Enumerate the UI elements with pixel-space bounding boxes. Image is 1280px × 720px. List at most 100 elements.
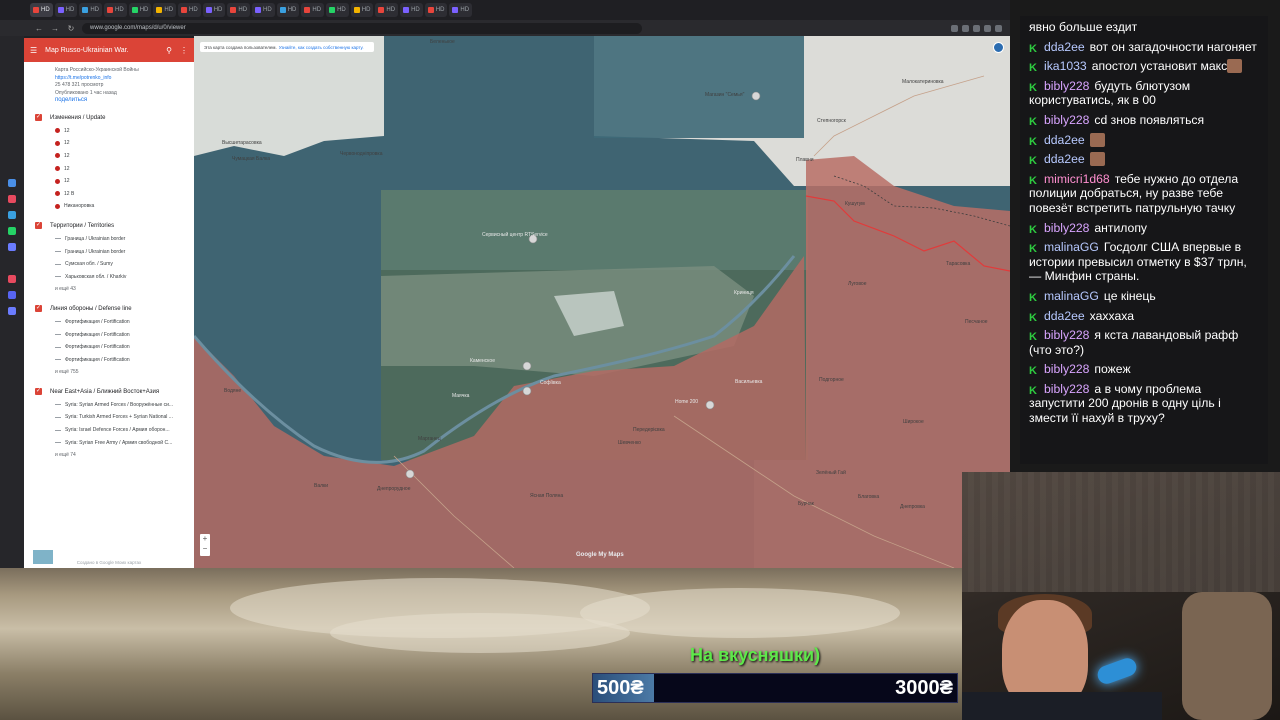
browser-tab[interactable]: HD [30,3,53,17]
chat-username[interactable]: dda2ee [1044,133,1085,147]
chat-message: Kbibly228 cd знов появляться [1029,113,1260,128]
url-field[interactable]: www.google.com/maps/d/u/0/viewer [82,22,642,34]
zoom-out-icon[interactable]: − [200,544,210,554]
show-more-link[interactable]: и ещё 74 [24,449,194,462]
zoom-control[interactable]: + − [200,534,210,556]
browser-tab[interactable]: HD [227,3,251,17]
show-more-link[interactable]: и ещё 43 [24,283,194,296]
layer-checkbox[interactable]: ✓ [35,305,42,313]
sidebar-app-icon[interactable] [8,291,16,299]
layer-feature-item[interactable]: Syria: Syrian Armed Forces / Вооружённые… [24,399,194,412]
chat-username[interactable]: malinaGG [1044,240,1099,254]
chat-username[interactable]: bibly228 [1044,382,1089,396]
layer-feature-item[interactable]: Syria: Turkish Armed Forces + Syrian Nat… [24,411,194,424]
sidebar-app-icon[interactable] [8,211,16,219]
layer-checkbox[interactable]: ✓ [35,222,42,230]
reload-icon[interactable]: ↻ [66,24,76,33]
chat-username[interactable]: bibly228 [1044,221,1089,235]
sidebar-app-icon[interactable] [8,275,16,283]
layer-feature-item[interactable]: Syria: Israel Defence Forces / Армия обо… [24,424,194,437]
chat-username[interactable]: bibly228 [1044,362,1089,376]
layer-feature-item[interactable]: Фортификация / Fortification [24,328,194,341]
browser-tab[interactable]: HD [375,3,399,17]
layer-feature-item[interactable]: Фортификация / Fortification [24,316,194,329]
chat-username[interactable]: mimicri1d68 [1044,172,1110,186]
browser-tab[interactable]: HD [449,3,473,17]
chat-username[interactable]: ika1033 [1044,59,1087,73]
browser-tab[interactable]: HD [128,3,152,17]
extension-icon[interactable] [973,24,980,32]
layer-header[interactable]: ✓ Изменения / Update [24,111,194,125]
chat-message: Kbibly228 антилопу [1029,221,1260,236]
chat-username[interactable]: bibly228 [1044,328,1089,342]
browser-tab[interactable]: HD [79,3,103,17]
browser-tab[interactable]: HD [54,3,78,17]
browser-tab[interactable]: HD [400,3,423,17]
more-options-icon[interactable]: ⋮ [180,46,188,55]
chat-username[interactable]: dda2ee [1044,40,1085,54]
chat-username[interactable]: dda2ee [1044,309,1085,323]
sidebar-app-icon[interactable] [8,195,16,203]
layer-header[interactable]: ✓ Территории / Territories [24,219,194,233]
show-more-link[interactable]: и ещё 755 [24,366,194,379]
back-icon[interactable]: ← [34,24,44,33]
forward-icon[interactable]: → [50,24,60,33]
extension-icon[interactable] [962,24,969,32]
zoom-in-icon[interactable]: + [200,534,210,544]
layer-feature-item[interactable]: 12 [24,150,194,163]
menu-icon[interactable]: ☰ [30,46,37,55]
extension-icon[interactable] [951,24,958,32]
layer-feature-item[interactable]: Никаноровка [24,200,194,213]
share-link[interactable]: поделиться [55,97,186,105]
my-location-icon[interactable] [993,42,1004,53]
map-pin-icon [55,128,60,134]
layer-feature-item[interactable]: 12 [24,162,194,175]
layer-feature-item[interactable]: Харьковская обл. / Kharkiv [24,270,194,283]
map-pin-icon [55,191,60,197]
browser-tab[interactable]: HD [301,3,325,17]
sidebar-app-icon[interactable] [8,179,16,187]
layer-feature-item[interactable]: Syria: Syrian Free Army / Армия свободно… [24,436,194,449]
extension-icon[interactable] [984,24,991,32]
chat-username[interactable]: malinaGG [1044,289,1099,303]
browser-tab[interactable]: HD [350,3,374,17]
browser-tab[interactable]: HD [252,3,275,17]
telegram-link[interactable]: https://t.me/potrenko_info [55,75,186,83]
layer-feature-item[interactable]: 12 В [24,187,194,200]
create-map-link[interactable]: Узнайте, как создать собственную карту. [279,45,364,50]
layer-feature-item[interactable]: 12 [24,125,194,138]
sidebar-app-icon[interactable] [8,307,16,315]
browser-tab[interactable]: HD [104,3,127,17]
layer-header[interactable]: ✓ Линия обороны / Defense line [24,302,194,316]
feature-label: Харьковская обл. / Kharkiv [65,273,127,280]
layer-checkbox[interactable]: ✓ [35,114,42,121]
browser-tab[interactable]: HD [276,3,300,17]
browser-tab[interactable]: HD [153,3,177,17]
browser-tab[interactable]: HD [178,3,201,17]
layer-feature-item[interactable]: Граница / Ukrainian border [24,245,194,258]
menu-icon[interactable] [995,24,1002,32]
map-label: Маячка [452,393,470,399]
chat-username[interactable]: dda2ee [1044,152,1085,166]
browser-tab[interactable]: HD [202,3,226,17]
layer-checkbox[interactable]: ✓ [35,388,42,396]
browser-tab[interactable]: HD [326,3,349,17]
layer-feature-item[interactable]: Фортификация / Fortification [24,353,194,366]
search-icon[interactable]: ⚲ [166,46,172,55]
layer-header[interactable]: ✓ Near East+Asia / Ближний Восток+Азия [24,385,194,399]
layer-feature-item[interactable]: Фортификация / Fortification [24,341,194,354]
layer-feature-item[interactable]: Сумская обл. / Sumy [24,258,194,271]
layer-feature-item[interactable]: 12 [24,175,194,188]
sidebar-app-icon[interactable] [8,227,16,235]
chat-username[interactable]: bibly228 [1044,79,1089,93]
tab-label: HD [90,7,100,13]
chat-username[interactable]: bibly228 [1044,113,1089,127]
chat-text: явно больше ездит [1029,20,1138,34]
layer-feature-item[interactable]: 12 [24,137,194,150]
sidebar-app-icon[interactable] [8,243,16,251]
layer-feature-item[interactable]: Граница / Ukrainian border [24,233,194,246]
feature-label: 12 [64,165,70,172]
map-canvas[interactable]: Эта карта создана пользователем. Узнайте… [194,36,1010,568]
map-label: Шевченко [618,440,641,446]
browser-tab[interactable]: HD [424,3,448,17]
